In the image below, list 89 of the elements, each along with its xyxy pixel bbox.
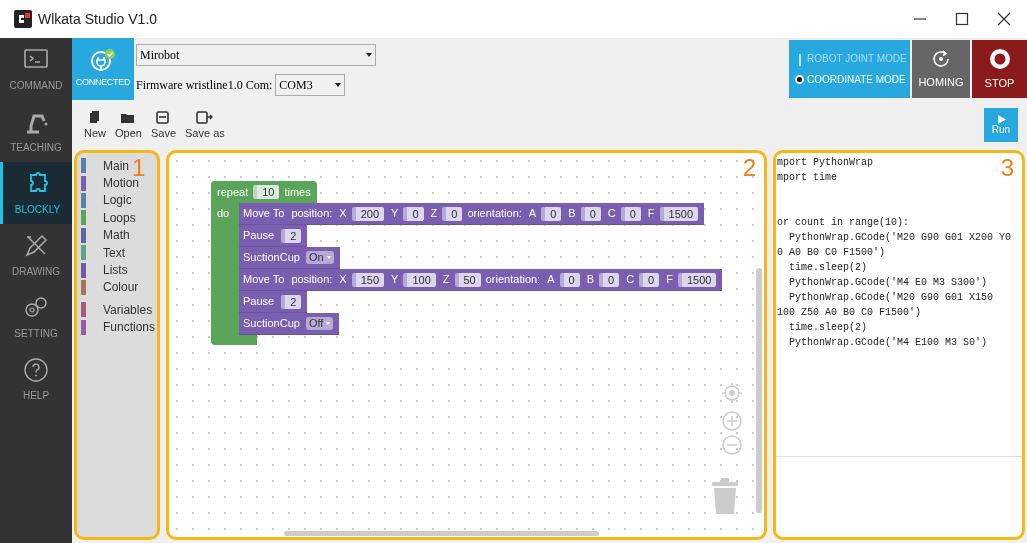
number-input[interactable]: 0 <box>599 272 620 287</box>
statement-block[interactable]: SuctionCup Off <box>239 313 340 335</box>
caret-icon <box>326 256 331 259</box>
code-line: PythonWrap.GCode('M20 G90 G01 X150 <box>788 291 994 305</box>
number-input[interactable]: 0 <box>559 272 580 287</box>
horizontal-scrollbar[interactable] <box>284 531 599 536</box>
toolbox-category[interactable]: Lists <box>103 261 128 280</box>
code-line: mport PythonWrap <box>776 156 873 170</box>
statement-block[interactable]: Pause 2 <box>239 225 308 247</box>
number-input[interactable]: 1500 <box>677 272 717 287</box>
nav-item[interactable]: SETTING <box>0 286 72 348</box>
value-dropdown[interactable]: On <box>305 251 334 264</box>
number-input[interactable]: 0 <box>541 206 562 221</box>
maximize-icon[interactable] <box>955 12 969 26</box>
zoom-in-icon[interactable] <box>722 411 742 431</box>
nav-item[interactable]: BLOCKLY <box>0 162 72 224</box>
device-dropdown[interactable]: Mirobot <box>136 44 376 66</box>
trash-icon[interactable] <box>710 478 740 514</box>
help-icon <box>22 355 50 384</box>
number-input[interactable]: 0 <box>580 206 601 221</box>
connection-status: CONNECTED <box>75 76 131 90</box>
save-icon <box>154 110 172 125</box>
toolbar-button[interactable]: Save as <box>185 110 225 140</box>
number-input[interactable]: 2 <box>281 228 302 243</box>
homing-button[interactable]: HOMING <box>912 40 970 98</box>
code-line: time.sleep(2) <box>788 261 867 275</box>
caret-icon <box>326 322 331 325</box>
number-input[interactable]: 0 <box>639 272 660 287</box>
app-logo-icon <box>14 10 32 28</box>
number-input[interactable]: 2 <box>281 294 302 309</box>
toolbox-category[interactable]: Main <box>103 156 129 175</box>
annotation-number: 3 <box>1000 155 1014 181</box>
number-input[interactable]: 0 <box>620 206 641 221</box>
value-dropdown[interactable]: Off <box>305 317 334 330</box>
code-line: 0 A0 B0 C0 F1500') <box>776 246 886 260</box>
number-input[interactable]: 100 <box>403 272 436 287</box>
toolbox-category[interactable]: Text <box>103 243 125 262</box>
annotation-number: 1 <box>132 155 146 181</box>
statement-block[interactable]: Move To position: X 150 Y 100 Z 50 orientation: A 0 B 0 C 0 F 1500 <box>239 269 723 291</box>
repeat-block[interactable]: repeat 10 times do Move To position: X 200 Y 0 Z 0 orientation: A 0 B 0 C 0 F 1500 Pause 2 SuctionCup On Move To position: X 150 Y 100 Z 50 orientation: A 0 B 0 C 0 F 1500 Pause 2 SuctionCup Off <box>211 181 723 345</box>
toolbox-category[interactable]: Variables <box>103 300 153 319</box>
code-line: PythonWrap.GCode('M4 E100 M3 S0') <box>788 336 988 350</box>
toolbox-category[interactable]: Loops <box>103 208 136 227</box>
port-dropdown[interactable]: COM3 <box>275 74 346 96</box>
number-input[interactable]: 10 <box>253 185 280 199</box>
nav-item[interactable]: HELP <box>0 348 72 410</box>
nav-item[interactable]: DRAWING <box>0 224 72 286</box>
nav-item[interactable]: TEACHING <box>0 100 72 162</box>
code-line: PythonWrap.GCode('M4 E0 M3 S300') <box>788 276 988 290</box>
statement-block[interactable]: Move To position: X 200 Y 0 Z 0 orientation: A 0 B 0 C 0 F 1500 <box>239 203 705 225</box>
toolbox-category[interactable]: Functions <box>103 318 156 337</box>
number-input[interactable]: 1500 <box>659 206 699 221</box>
close-icon[interactable] <box>997 12 1011 26</box>
caret-icon <box>366 53 372 57</box>
recenter-icon[interactable] <box>722 383 742 403</box>
toolbox-category[interactable]: Logic <box>103 191 132 210</box>
plug-icon <box>90 48 116 73</box>
code-line: PythonWrap.GCode('M20 G90 G01 X200 Y0 <box>788 231 1012 245</box>
toolbar-button[interactable]: New <box>84 110 106 140</box>
window-title: Wlkata Studio V1.0 <box>38 9 158 29</box>
code-line: time.sleep(2) <box>788 321 867 335</box>
number-input[interactable]: 200 <box>351 206 385 221</box>
statement-block[interactable]: SuctionCup On <box>239 247 340 269</box>
stop-icon <box>987 46 1012 71</box>
number-input[interactable]: 150 <box>351 272 385 287</box>
play-icon <box>996 114 1006 124</box>
nav-item[interactable]: COMMAND <box>0 38 72 100</box>
zoom-out-icon[interactable] <box>722 435 742 455</box>
statement-block[interactable]: Pause 2 <box>239 291 308 313</box>
homing-icon <box>930 47 952 70</box>
code-line: 100 Z50 A0 B0 C0 F1500') <box>776 306 922 320</box>
mode-option: COORDINATE MODE <box>807 72 906 87</box>
code-line: mport time <box>776 171 837 185</box>
toolbar-button[interactable]: Open <box>115 110 142 140</box>
vertical-scrollbar[interactable] <box>756 268 762 513</box>
toolbar-button[interactable]: Save <box>150 110 176 140</box>
toolbox-category[interactable]: Math <box>103 226 130 245</box>
mode-option: ROBOT JOINT MODE <box>807 51 907 66</box>
code-line: or count in range(10): <box>776 216 910 230</box>
number-input[interactable]: 50 <box>454 272 481 287</box>
number-input[interactable]: 0 <box>442 206 463 221</box>
caret-icon <box>335 83 342 87</box>
annotation-number: 2 <box>742 155 756 181</box>
number-input[interactable]: 0 <box>403 206 424 221</box>
save-as-icon <box>196 110 214 125</box>
stop-button[interactable]: STOP <box>972 40 1027 98</box>
firmware-label: Firmware wristline1.0 Com: <box>136 77 273 94</box>
toolbox-category[interactable]: Colour <box>103 278 139 297</box>
mode-radio[interactable] <box>795 75 804 84</box>
